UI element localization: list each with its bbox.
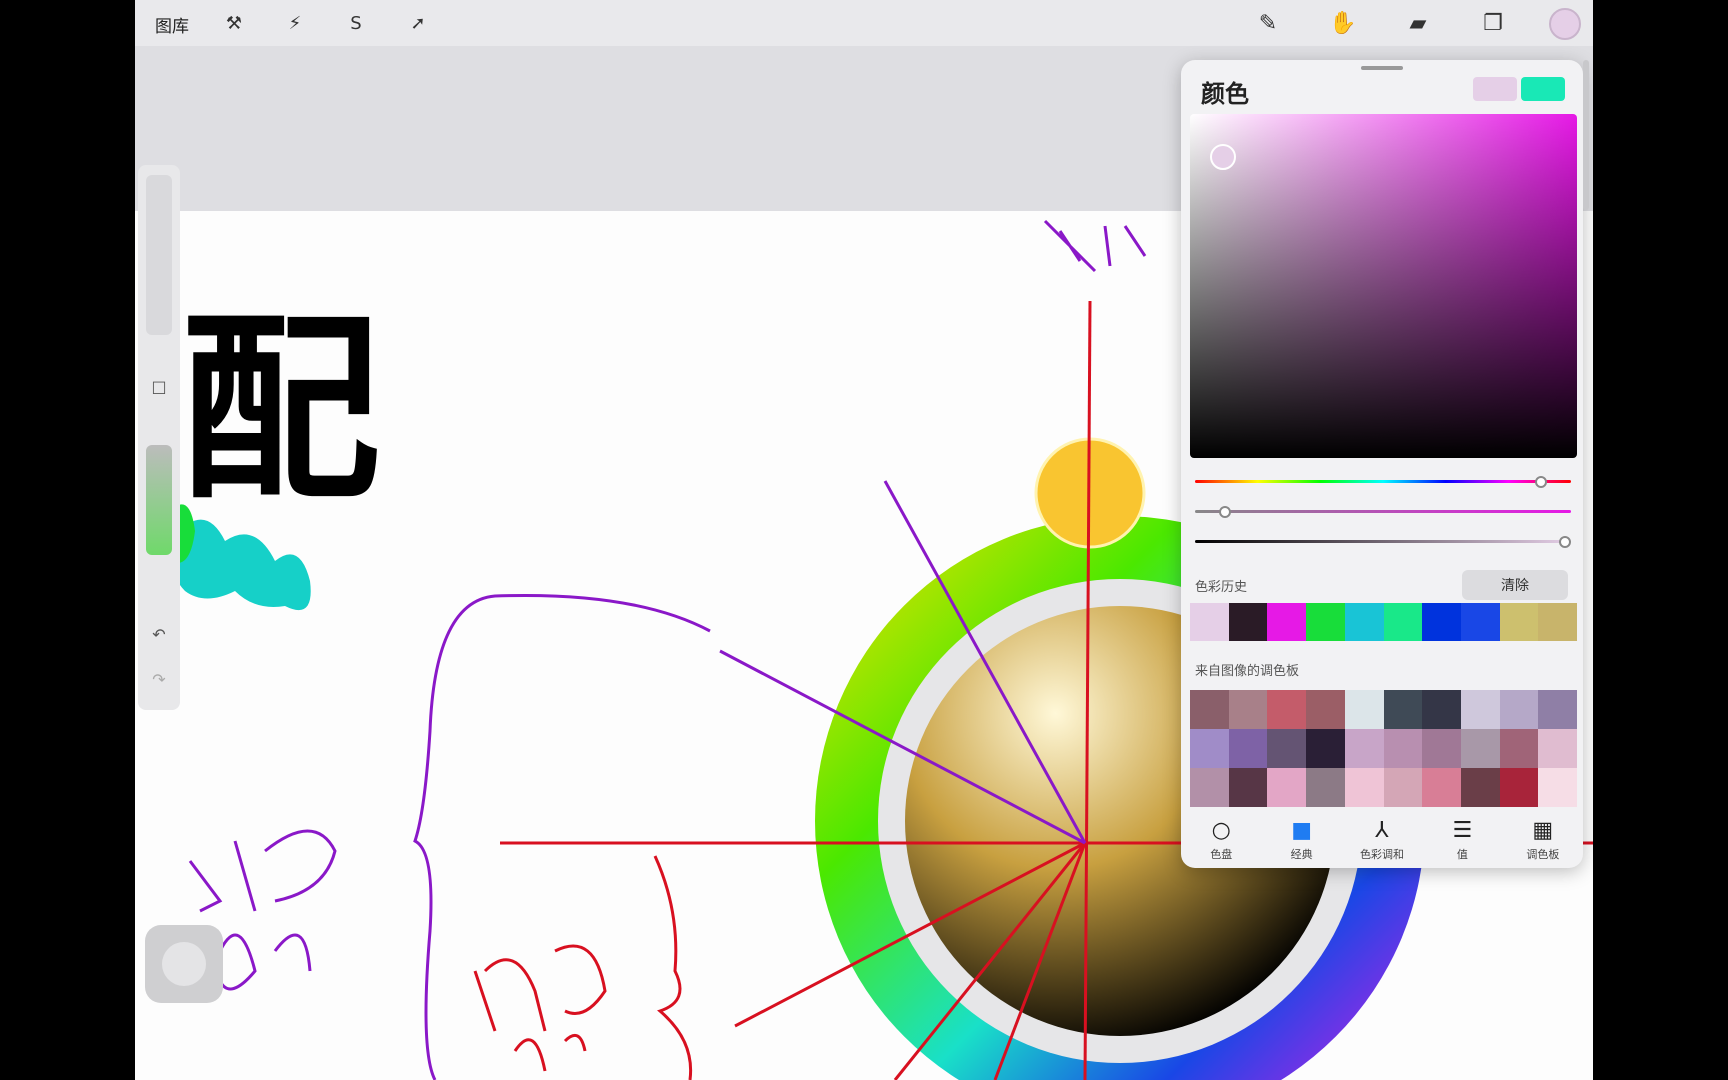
- tab-label: 值: [1456, 848, 1468, 861]
- palette-swatch[interactable]: [1460, 729, 1500, 768]
- secondary-color-swatch[interactable]: [1521, 77, 1565, 101]
- history-swatch[interactable]: [1190, 603, 1229, 641]
- palette-swatch[interactable]: [1267, 768, 1307, 807]
- palette-swatch[interactable]: [1344, 729, 1384, 768]
- history-swatch[interactable]: [1499, 603, 1539, 641]
- history-swatch[interactable]: [1422, 603, 1461, 641]
- smudge-icon[interactable]: ✋: [1329, 10, 1356, 36]
- palette-swatch[interactable]: [1267, 729, 1307, 768]
- palette-swatch[interactable]: [1306, 690, 1345, 729]
- history-swatch[interactable]: [1306, 603, 1345, 641]
- tab-label: 色彩调和: [1360, 848, 1405, 861]
- opacity-slider[interactable]: [146, 445, 172, 555]
- palette-swatch[interactable]: [1228, 729, 1268, 768]
- palette-swatch[interactable]: [1422, 729, 1461, 768]
- floating-quickmenu-button[interactable]: [145, 925, 223, 1003]
- brush-icon[interactable]: ✎: [1255, 10, 1281, 36]
- tab-harmony[interactable]: ⅄ 色彩调和: [1342, 812, 1422, 868]
- history-swatch[interactable]: [1460, 603, 1500, 641]
- brightness-slider-knob[interactable]: [1559, 536, 1571, 548]
- panel-grab-handle[interactable]: [1361, 66, 1403, 70]
- undo-icon[interactable]: ↶: [149, 625, 169, 645]
- harmony-icon: ⅄: [1375, 818, 1389, 843]
- palette-swatch[interactable]: [1538, 690, 1577, 729]
- palette-swatch[interactable]: [1190, 729, 1229, 768]
- history-swatch[interactable]: [1267, 603, 1307, 641]
- modify-button-icon[interactable]: □: [149, 377, 169, 397]
- color-panel: 颜色 色彩历史 清除 来自图像的调色板 ○ 色盘 ■ 经典 ⅄ 色彩调和 ☰ 值…: [1181, 60, 1583, 868]
- palette-swatch[interactable]: [1190, 690, 1229, 729]
- brightness-slider[interactable]: [1195, 540, 1571, 543]
- palette-swatch[interactable]: [1228, 768, 1268, 807]
- selection-s-icon[interactable]: S: [343, 10, 369, 36]
- gallery-button[interactable]: 图库: [155, 12, 189, 37]
- color-panel-title: 颜色: [1201, 80, 1249, 108]
- palette-swatch[interactable]: [1267, 690, 1307, 729]
- hue-slider-knob[interactable]: [1535, 476, 1547, 488]
- sv-picker-knob[interactable]: [1210, 144, 1236, 170]
- palette-swatch[interactable]: [1422, 768, 1461, 807]
- image-palette-grid: [1190, 690, 1577, 807]
- purple-scribble-top: [1043, 219, 1147, 273]
- palette-swatch[interactable]: [1306, 729, 1345, 768]
- tab-classic[interactable]: ■ 经典: [1261, 812, 1341, 868]
- left-sidebar: □ ↶ ↷: [138, 165, 180, 710]
- palette-swatch[interactable]: [1383, 690, 1423, 729]
- saturation-value-box[interactable]: [1190, 114, 1577, 458]
- image-palette-label: 来自图像的调色板: [1195, 664, 1300, 679]
- hue-slider[interactable]: [1195, 480, 1571, 483]
- current-color-button[interactable]: [1549, 8, 1581, 40]
- palette-swatch[interactable]: [1344, 690, 1384, 729]
- palette-swatch[interactable]: [1460, 768, 1500, 807]
- palette-swatch[interactable]: [1422, 690, 1461, 729]
- tab-label: 经典: [1290, 848, 1313, 861]
- tab-palettes[interactable]: ▦ 调色板: [1503, 812, 1583, 868]
- value-bars-icon: ☰: [1452, 818, 1473, 843]
- palette-swatch[interactable]: [1460, 690, 1500, 729]
- palette-swatch[interactable]: [1383, 729, 1423, 768]
- palette-swatch[interactable]: [1190, 768, 1229, 807]
- color-history-row: [1190, 603, 1578, 641]
- palette-swatch[interactable]: [1344, 768, 1384, 807]
- history-swatch[interactable]: [1538, 603, 1578, 641]
- brush-size-slider[interactable]: [146, 175, 172, 335]
- palette-swatch[interactable]: [1499, 768, 1539, 807]
- layers-icon[interactable]: ❐: [1480, 10, 1506, 36]
- wrench-icon[interactable]: ⚒: [221, 10, 247, 36]
- palette-swatch[interactable]: [1538, 729, 1577, 768]
- primary-color-swatch[interactable]: [1473, 77, 1517, 101]
- color-history-label: 色彩历史: [1195, 580, 1248, 595]
- history-swatch[interactable]: [1344, 603, 1384, 641]
- clear-history-button[interactable]: 清除: [1462, 570, 1568, 600]
- tab-disc[interactable]: ○ 色盘: [1181, 812, 1261, 868]
- disc-icon: ○: [1211, 818, 1231, 843]
- palette-swatch[interactable]: [1499, 729, 1539, 768]
- history-swatch[interactable]: [1383, 603, 1423, 641]
- palette-swatch[interactable]: [1383, 768, 1423, 807]
- tab-label: 调色板: [1526, 848, 1560, 861]
- palette-grid-icon: ▦: [1532, 818, 1554, 843]
- canvas-title-text: 配: [180, 294, 380, 527]
- eraser-icon[interactable]: ▰: [1405, 10, 1431, 36]
- redo-icon[interactable]: ↷: [149, 670, 169, 690]
- palette-swatch[interactable]: [1499, 690, 1539, 729]
- transform-arrow-icon[interactable]: ➚: [405, 10, 431, 36]
- palette-swatch[interactable]: [1228, 690, 1268, 729]
- procreate-screen: 图库 ⚒ ⚡ S ➚ ✎ ✋ ▰ ❐ 配 □ ↶ ↷ 颜色 色彩历史 清除 来自…: [135, 0, 1593, 1080]
- color-mode-tabs: ○ 色盘 ■ 经典 ⅄ 色彩调和 ☰ 值 ▦ 调色板: [1181, 812, 1583, 868]
- magic-wand-icon[interactable]: ⚡: [282, 10, 308, 36]
- classic-square-icon: ■: [1291, 818, 1312, 843]
- palette-swatch[interactable]: [1306, 768, 1345, 807]
- palette-swatch[interactable]: [1538, 768, 1577, 807]
- history-swatch[interactable]: [1228, 603, 1268, 641]
- red-handwriting: [473, 944, 607, 1072]
- saturation-slider[interactable]: [1195, 510, 1571, 513]
- saturation-slider-knob[interactable]: [1219, 506, 1231, 518]
- tab-value[interactable]: ☰ 值: [1422, 812, 1502, 868]
- tab-label: 色盘: [1210, 848, 1233, 861]
- panel-scrollbar[interactable]: [1583, 60, 1589, 210]
- red-brace: [653, 855, 693, 1080]
- top-toolbar: 图库 ⚒ ⚡ S ➚ ✎ ✋ ▰ ❐: [135, 0, 1593, 47]
